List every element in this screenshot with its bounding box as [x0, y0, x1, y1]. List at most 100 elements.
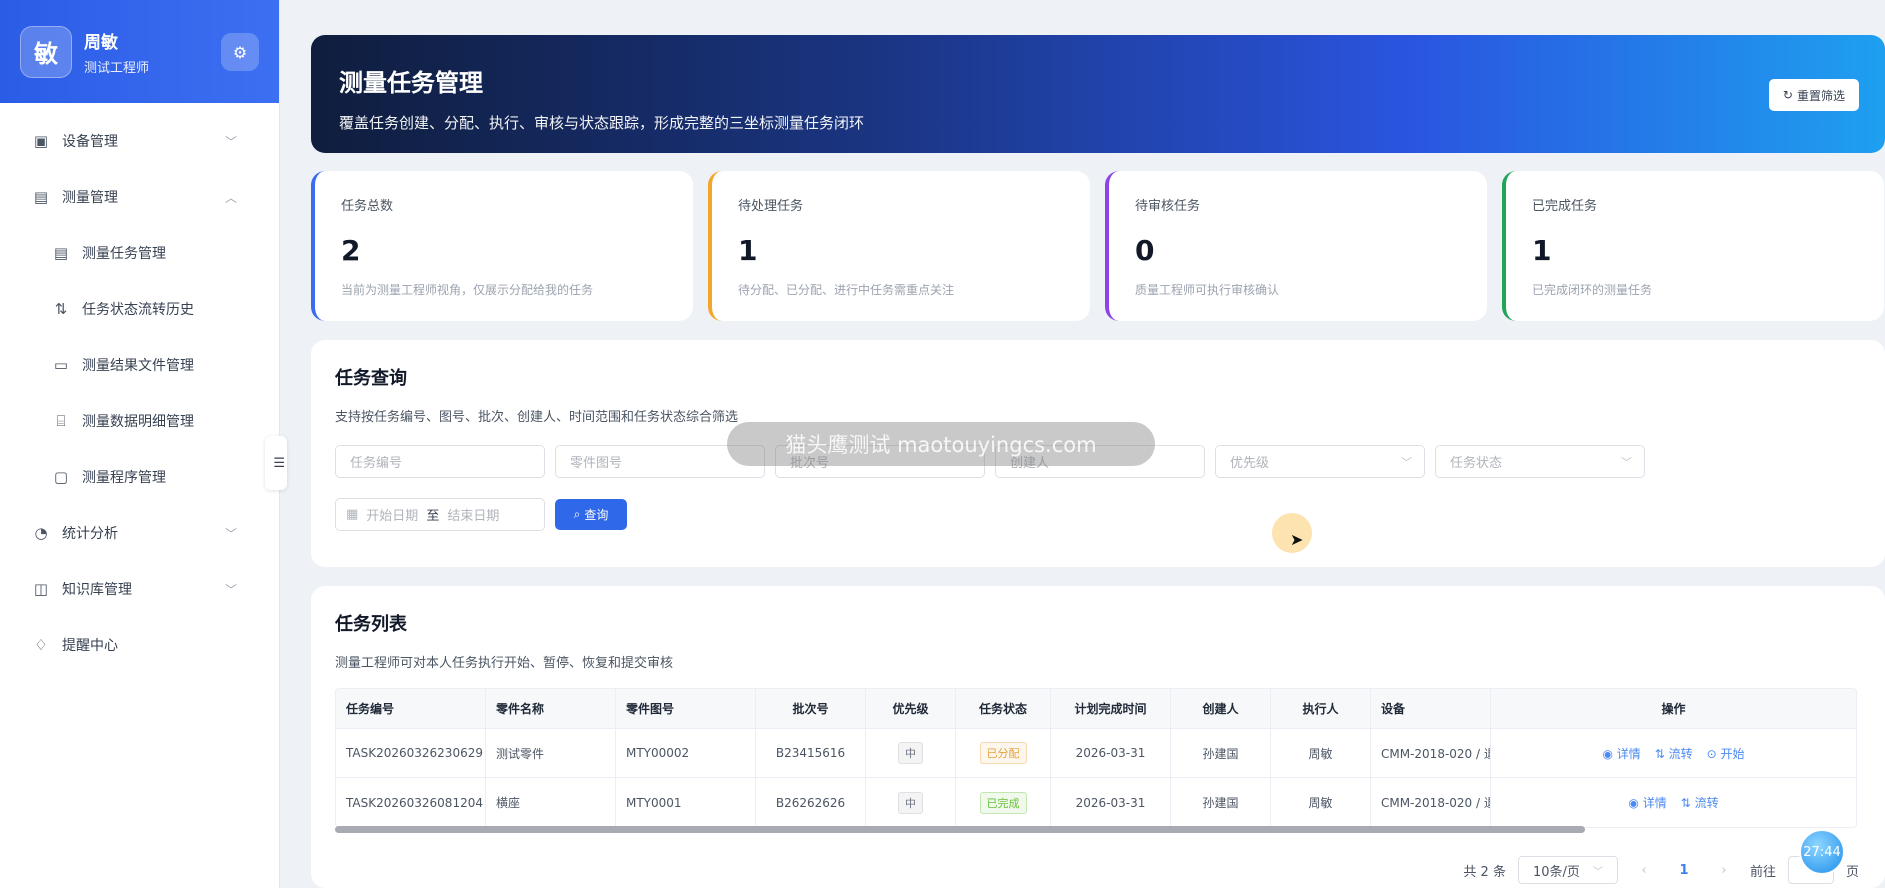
date-range-picker[interactable]: ▦ 开始日期 至 结束日期 [335, 498, 545, 531]
filter-row-2: ▦ 开始日期 至 结束日期 ⌕ 查询 [335, 498, 1861, 531]
cell-creator: 孙建国 [1171, 729, 1271, 777]
sidebar-item-result-files[interactable]: ▭ 测量结果文件管理 [0, 337, 279, 393]
sidebar-item-task-management[interactable]: ▤ 测量任务管理 [0, 225, 279, 281]
detail-link[interactable]: ◉ 详情 [1628, 794, 1666, 811]
col-header[interactable]: 任务状态 [956, 689, 1051, 728]
prev-page-icon[interactable]: ‹ [1630, 863, 1658, 878]
cell-operations: ◉ 详情 ⇅ 流转 [1491, 778, 1856, 827]
sidebar-item-reminder[interactable]: ♢ 提醒中心 [0, 617, 279, 673]
stat-desc: 当前为测量工程师视角，仅展示分配给我的任务 [341, 283, 594, 297]
calendar-icon: ▦ [346, 507, 359, 522]
detail-link[interactable]: ◉ 详情 [1602, 745, 1640, 762]
goto-suffix: 页 [1845, 864, 1859, 880]
col-header[interactable]: 设备 [1371, 689, 1491, 728]
cell-task-id: TASK20260326081204 [336, 778, 486, 827]
sidebar-item-knowledge[interactable]: ◫ 知识库管理 ﹀ [0, 561, 279, 617]
cell-executor: 周敏 [1271, 729, 1371, 777]
sidebar-item-label: 测量管理 [62, 190, 118, 206]
stat-value: 1 [1532, 234, 1552, 267]
col-header[interactable]: 零件图号 [616, 689, 756, 728]
task-list-card: 任务列表 测量工程师可对本人任务执行开始、暂停、恢复和提交审核 任务编号 零件名… [311, 586, 1885, 888]
page-size-select[interactable]: 10条/页 ﹀ [1517, 856, 1618, 884]
col-header[interactable]: 优先级 [866, 689, 956, 728]
mouse-pointer-icon: ➤ [1290, 530, 1304, 549]
col-header[interactable]: 计划完成时间 [1051, 689, 1171, 728]
cell-drawing-no: MTY0001 [616, 778, 756, 827]
horizontal-scrollbar[interactable] [335, 826, 1585, 833]
cell-status: 已完成 [956, 778, 1051, 827]
current-page[interactable]: 1 [1670, 863, 1698, 878]
cell-executor: 周敏 [1271, 778, 1371, 827]
cell-due-date: 2026-03-31 [1051, 729, 1171, 777]
stat-card-total: 任务总数 2 当前为测量工程师视角，仅展示分配给我的任务 [311, 171, 693, 321]
page-subtitle: 覆盖任务创建、分配、执行、审核与状态跟踪，形成完整的三坐标测量任务闭环 [339, 114, 865, 132]
col-header[interactable]: 任务编号 [336, 689, 486, 728]
page-size-value: 10条/页 [1532, 864, 1580, 880]
task-id-input[interactable]: 任务编号 [335, 445, 545, 478]
sidebar-item-label: 设备管理 [62, 134, 118, 150]
sidebar-item-data-details[interactable]: ⌸ 测量数据明细管理 [0, 393, 279, 449]
sort-arrows-icon: ⇅ [54, 300, 68, 318]
table-header: 任务编号 零件名称 零件图号 批次号 优先级 任务状态 计划完成时间 创建人 执… [336, 689, 1856, 729]
priority-tag: 中 [898, 791, 923, 814]
sidebar-item-programs[interactable]: ▢ 测量程序管理 [0, 449, 279, 505]
cell-operations: ◉ 详情 ⇅ 流转 ⊙ 开始 [1491, 729, 1856, 777]
sidebar-item-status-history[interactable]: ⇅ 任务状态流转历史 [0, 281, 279, 337]
table-row: TASK20260326081204 横座 MTY0001 B26262626 … [336, 778, 1856, 827]
status-badge: 已完成 [979, 791, 1027, 814]
stat-value: 1 [738, 234, 758, 267]
stat-value: 2 [341, 234, 361, 267]
stat-label: 待处理任务 [738, 199, 804, 214]
chevron-down-icon: ﹀ [224, 526, 237, 541]
stats-row: 任务总数 2 当前为测量工程师视角，仅展示分配给我的任务 待处理任务 1 待分配… [311, 171, 1885, 321]
stat-desc: 质量工程师可执行审核确认 [1135, 283, 1280, 297]
sidebar-item-stats[interactable]: ◔ 统计分析 ﹀ [0, 505, 279, 561]
query-title: 任务查询 [335, 368, 407, 389]
settings-gear-icon[interactable]: ⚙ [221, 33, 259, 71]
pie-chart-icon: ◔ [34, 524, 48, 542]
sidebar-item-measure[interactable]: ▤ 测量管理 ︿ [0, 169, 279, 225]
sidebar-item-label: 测量任务管理 [82, 246, 166, 262]
cell-priority: 中 [866, 729, 956, 777]
chevron-down-icon: ﹀ [224, 134, 237, 149]
cell-drawing-no: MTY00002 [616, 729, 756, 777]
user-name: 周敏 [84, 32, 118, 53]
cell-part-name: 横座 [486, 778, 616, 827]
priority-select[interactable]: 优先级 ﹀ [1215, 445, 1425, 478]
chevron-down-icon: ﹀ [1621, 455, 1632, 469]
sidebar: 敏 周敏 测试工程师 ⚙ ▣ 设备管理 ﹀ ▤ 测量管理 ︿ ▤ 测量任务管理 … [0, 0, 280, 888]
chevron-down-icon: ﹀ [1401, 455, 1412, 469]
date-separator: 至 [426, 509, 440, 524]
detail-label: 详情 [1642, 796, 1667, 810]
col-header[interactable]: 批次号 [756, 689, 866, 728]
detail-label: 详情 [1616, 746, 1641, 761]
cell-device: CMM-2018-020 / 退... [1371, 729, 1491, 777]
user-role: 测试工程师 [84, 60, 150, 76]
col-header[interactable]: 创建人 [1171, 689, 1271, 728]
status-select[interactable]: 任务状态 ﹀ [1435, 445, 1645, 478]
next-page-icon[interactable]: › [1710, 863, 1738, 878]
flow-link[interactable]: ⇅ 流转 [1655, 745, 1693, 762]
drawing-no-placeholder: 零件图号 [570, 456, 623, 471]
reset-filter-button[interactable]: ↻ 重置筛选 [1768, 79, 1859, 111]
chevron-down-icon: ﹀ [1592, 866, 1603, 878]
start-link[interactable]: ⊙ 开始 [1707, 745, 1745, 762]
cell-priority: 中 [866, 778, 956, 827]
monitor-icon: ▢ [53, 468, 69, 486]
col-header[interactable]: 执行人 [1271, 689, 1371, 728]
watermark: 猫头鹰测试 maotouyingcs.com [727, 422, 1155, 466]
recording-timer[interactable]: 27:44 [1799, 829, 1845, 875]
chip-icon: ▣ [33, 132, 49, 150]
col-header[interactable]: 零件名称 [486, 689, 616, 728]
stat-label: 任务总数 [341, 199, 394, 214]
flow-link[interactable]: ⇅ 流转 [1681, 794, 1719, 811]
cell-task-id: TASK20260326230629 [336, 729, 486, 777]
user-card: 敏 周敏 测试工程师 ⚙ [0, 0, 279, 103]
col-header[interactable]: 操作 [1491, 689, 1856, 728]
bell-icon: ♢ [34, 636, 48, 654]
start-date-placeholder: 开始日期 [366, 509, 419, 524]
query-button[interactable]: ⌕ 查询 [555, 499, 627, 530]
stat-card-completed: 已完成任务 1 已完成闭环的测量任务 [1502, 171, 1884, 321]
sidebar-item-device[interactable]: ▣ 设备管理 ﹀ [0, 113, 279, 169]
stat-desc: 已完成闭环的测量任务 [1532, 283, 1653, 297]
